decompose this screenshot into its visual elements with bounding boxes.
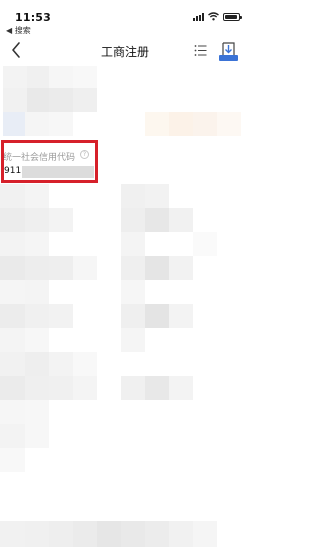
status-time: 11:53 (15, 11, 52, 24)
list-icon[interactable] (194, 44, 207, 57)
battery-icon (223, 12, 242, 21)
nav-bar: 工商注册 (0, 36, 250, 66)
back-to-app-link[interactable]: ◀ 搜索 (6, 25, 31, 36)
download-badge (219, 55, 238, 61)
status-indicators (193, 12, 242, 21)
blurred-content (0, 66, 250, 547)
signal-icon (193, 12, 204, 21)
highlight-box (1, 140, 98, 183)
wifi-icon (208, 12, 219, 21)
page-title: 工商注册 (100, 45, 149, 59)
status-bar: 11:53 ◀ 搜索 (0, 0, 250, 36)
